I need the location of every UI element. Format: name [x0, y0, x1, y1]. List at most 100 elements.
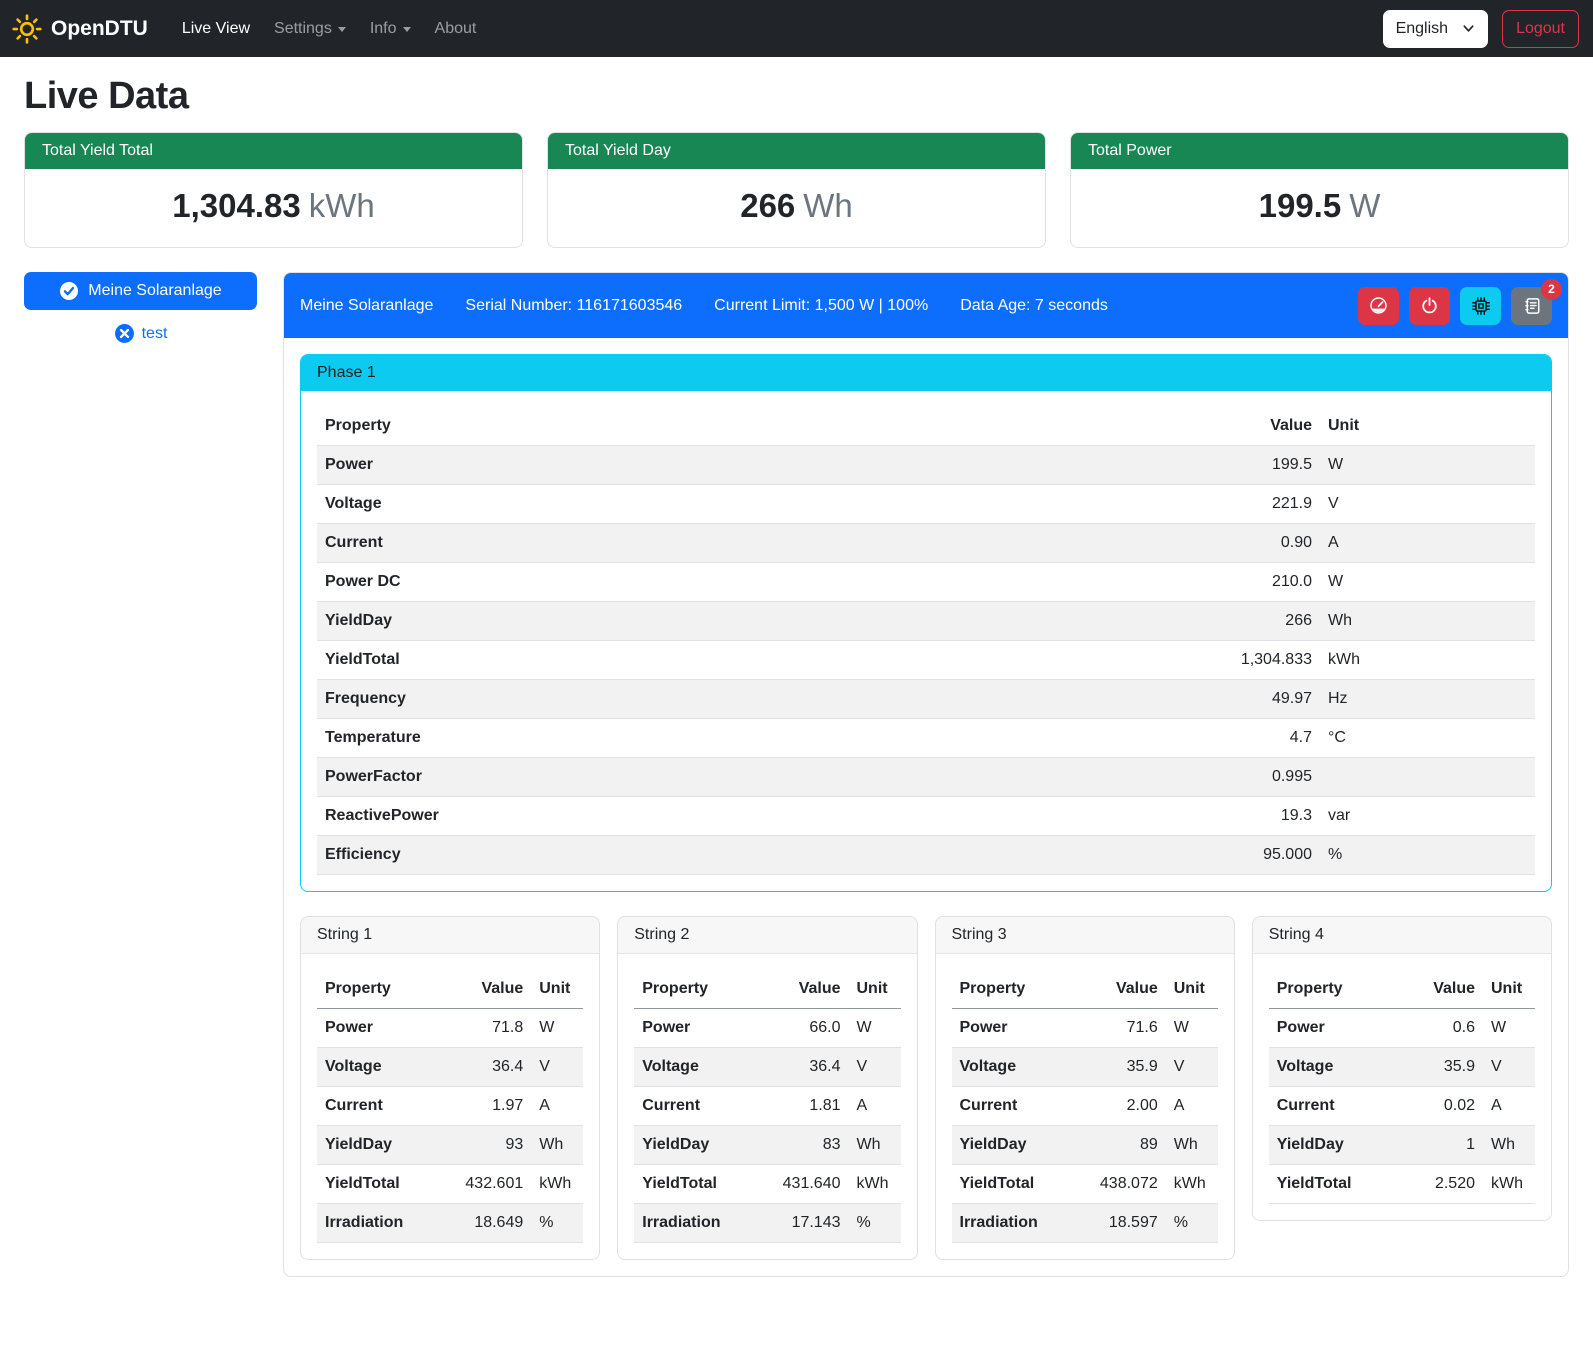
power-toggle-button[interactable]	[1409, 287, 1450, 325]
cell-val: 95.000	[1200, 836, 1320, 875]
cell-unit: Wh	[1483, 1126, 1535, 1165]
cell-prop: YieldTotal	[317, 1165, 443, 1204]
nav-item-settings[interactable]: Settings	[266, 12, 354, 46]
navbar: OpenDTU Live View Settings Info About En…	[0, 0, 1593, 57]
nav-item-live-view[interactable]: Live View	[174, 12, 258, 46]
logout-button[interactable]: Logout	[1502, 10, 1579, 48]
table-row: YieldTotal431.640kWh	[634, 1165, 900, 1204]
table-row: YieldTotal1,304.833kWh	[317, 641, 1535, 680]
card-unit: W	[1349, 187, 1380, 224]
column-header: Value	[761, 970, 849, 1009]
table-row: Irradiation18.597%	[952, 1204, 1218, 1243]
table-row: Power66.0W	[634, 1009, 900, 1048]
cell-val: 18.649	[443, 1204, 531, 1243]
cell-unit: %	[849, 1204, 901, 1243]
cell-unit: kWh	[1320, 641, 1535, 680]
cell-val: 438.072	[1078, 1165, 1166, 1204]
table-row: Temperature4.7°C	[317, 719, 1535, 758]
inverter-button-selected[interactable]: Meine Solaranlage	[24, 272, 257, 310]
cell-val: 36.4	[443, 1048, 531, 1087]
cell-prop: Irradiation	[952, 1204, 1078, 1243]
string-data-table: PropertyValueUnitPower71.6WVoltage35.9VC…	[952, 970, 1218, 1243]
device-info-button[interactable]	[1460, 287, 1501, 325]
table-row: Voltage35.9V	[1269, 1048, 1535, 1087]
table-row: YieldDay266Wh	[317, 602, 1535, 641]
card-unit: kWh	[309, 187, 375, 224]
cell-unit: W	[849, 1009, 901, 1048]
cell-val: 1	[1395, 1126, 1483, 1165]
table-row: YieldDay93Wh	[317, 1126, 583, 1165]
cell-unit: W	[1320, 563, 1535, 602]
cell-val: 49.97	[1200, 680, 1320, 719]
limit-settings-button[interactable]	[1358, 287, 1399, 325]
navbar-right: English Logout	[1383, 10, 1579, 48]
table-row: Irradiation17.143%	[634, 1204, 900, 1243]
table-row: PowerFactor0.995	[317, 758, 1535, 797]
inverter-name: test	[142, 325, 168, 343]
table-header-row: PropertyValueUnit	[634, 970, 900, 1009]
string-data-table: PropertyValueUnitPower71.8WVoltage36.4VC…	[317, 970, 583, 1243]
table-row: Current1.81A	[634, 1087, 900, 1126]
table-row: Current2.00A	[952, 1087, 1218, 1126]
nav-item-info[interactable]: Info	[362, 12, 419, 46]
table-row: Current0.02A	[1269, 1087, 1535, 1126]
cell-prop: YieldTotal	[317, 641, 1200, 680]
column-header: Value	[1200, 407, 1320, 446]
cell-unit: kWh	[1483, 1165, 1535, 1204]
string-card-title: String 3	[936, 917, 1234, 954]
cell-val: 432.601	[443, 1165, 531, 1204]
cell-val: 66.0	[761, 1009, 849, 1048]
cell-unit: A	[531, 1087, 583, 1126]
column-header: Property	[317, 407, 1200, 446]
language-select[interactable]: English	[1383, 10, 1488, 48]
card-total-yield-day: Total Yield Day 266Wh	[547, 132, 1046, 248]
cell-val: 35.9	[1078, 1048, 1166, 1087]
nav-item-about[interactable]: About	[427, 12, 485, 46]
column-header: Unit	[1166, 970, 1218, 1009]
cell-unit	[1320, 758, 1535, 797]
table-row: YieldDay89Wh	[952, 1126, 1218, 1165]
phase-card: Phase 1 PropertyValueUnitPower199.5WVolt…	[300, 354, 1552, 892]
cell-val: 0.995	[1200, 758, 1320, 797]
cell-prop: YieldDay	[952, 1126, 1078, 1165]
cell-unit: %	[531, 1204, 583, 1243]
cell-prop: Current	[952, 1087, 1078, 1126]
card-title: Total Yield Day	[548, 133, 1045, 169]
cell-prop: Efficiency	[317, 836, 1200, 875]
cell-prop: Power	[634, 1009, 760, 1048]
cell-val: 17.143	[761, 1204, 849, 1243]
cell-unit: Wh	[531, 1126, 583, 1165]
inverter-button-test[interactable]: test	[114, 323, 168, 344]
caret-down-icon	[403, 27, 411, 32]
cell-val: 0.90	[1200, 524, 1320, 563]
table-row: Current0.90A	[317, 524, 1535, 563]
cell-prop: Power	[952, 1009, 1078, 1048]
cell-val: 0.6	[1395, 1009, 1483, 1048]
cell-val: 2.00	[1078, 1087, 1166, 1126]
cell-val: 89	[1078, 1126, 1166, 1165]
cell-prop: Current	[1269, 1087, 1395, 1126]
cell-val: 71.6	[1078, 1009, 1166, 1048]
table-header-row: PropertyValueUnit	[1269, 970, 1535, 1009]
cell-val: 4.7	[1200, 719, 1320, 758]
string-card-1: String 1 PropertyValueUnitPower71.8WVolt…	[300, 916, 600, 1260]
cell-unit: W	[1483, 1009, 1535, 1048]
card-unit: Wh	[803, 187, 853, 224]
cell-prop: Voltage	[317, 485, 1200, 524]
cell-prop: Current	[317, 1087, 443, 1126]
nav-links: Live View Settings Info About	[174, 12, 485, 46]
cell-unit: W	[1166, 1009, 1218, 1048]
cell-prop: YieldTotal	[634, 1165, 760, 1204]
card-total-yield-total: Total Yield Total 1,304.83kWh	[24, 132, 523, 248]
table-header-row: PropertyValueUnit	[952, 970, 1218, 1009]
cell-prop: YieldDay	[317, 602, 1200, 641]
string-card-3: String 3 PropertyValueUnitPower71.6WVolt…	[935, 916, 1235, 1260]
table-row: Voltage221.9V	[317, 485, 1535, 524]
table-row: YieldTotal2.520kWh	[1269, 1165, 1535, 1204]
table-row: Irradiation18.649%	[317, 1204, 583, 1243]
event-log-button[interactable]: 2	[1511, 287, 1552, 325]
column-header: Value	[1078, 970, 1166, 1009]
string-card-2: String 2 PropertyValueUnitPower66.0WVolt…	[617, 916, 917, 1260]
brand-link[interactable]: OpenDTU	[12, 14, 148, 44]
table-row: Power199.5W	[317, 446, 1535, 485]
